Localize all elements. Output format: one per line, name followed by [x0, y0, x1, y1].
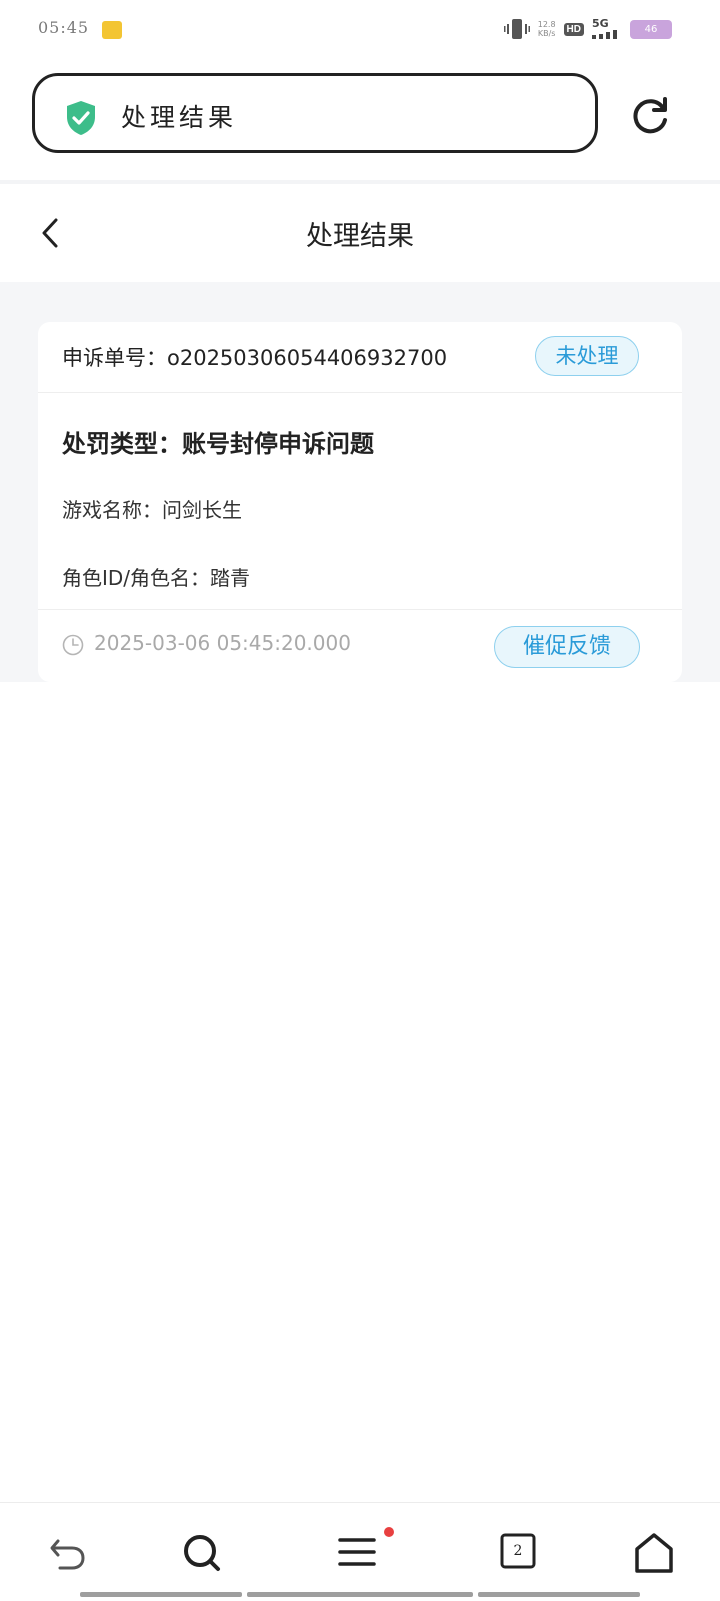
menu-icon[interactable] — [336, 1531, 380, 1575]
appeal-card: 申诉单号：o20250306054406932700 未处理 处罚类型：账号封停… — [38, 322, 682, 682]
penalty-type: 处罚类型：账号封停申诉问题 — [62, 430, 374, 458]
card-header: 申诉单号：o20250306054406932700 未处理 — [38, 322, 682, 393]
tabs-button[interactable]: 2 — [500, 1533, 536, 1569]
signal-indicator: 5G — [592, 17, 622, 39]
clock-icon — [62, 634, 84, 656]
urge-feedback-button[interactable]: 催促反馈 — [494, 626, 640, 668]
search-icon[interactable] — [180, 1531, 224, 1575]
net-speed: 12.8 KB/s — [537, 20, 556, 38]
status-bar: 05:45 12.8 KB/s HD 5G 46 — [0, 0, 720, 60]
gesture-bar-right — [478, 1592, 640, 1597]
status-badge: 未处理 — [535, 336, 639, 376]
page-header: 处理结果 — [0, 184, 720, 282]
bottom-nav: 2 — [0, 1502, 720, 1601]
back-nav-icon[interactable] — [46, 1531, 90, 1575]
address-text: 处理结果 — [121, 103, 238, 132]
game-name: 游戏名称：问剑长生 — [62, 498, 242, 522]
gesture-bar-center — [247, 1592, 473, 1597]
battery-indicator: 46 — [630, 19, 672, 39]
status-time: 05:45 — [38, 18, 90, 37]
signal-bars-icon — [592, 30, 617, 39]
role-info: 角色ID/角色名：踏青 — [62, 566, 251, 590]
status-icons: 12.8 KB/s HD 5G 46 — [503, 17, 672, 40]
notification-app-icon — [102, 21, 122, 39]
address-bar[interactable]: 处理结果 — [32, 73, 598, 153]
network-type: 5G — [592, 17, 609, 30]
home-icon[interactable] — [632, 1531, 676, 1575]
hd-badge: HD — [563, 22, 584, 36]
timestamp: 2025-03-06 05:45:20.000 — [94, 631, 351, 655]
vibrate-icon — [503, 19, 530, 39]
card-footer: 2025-03-06 05:45:20.000 催促反馈 — [38, 609, 682, 683]
notification-dot — [384, 1527, 394, 1537]
gesture-bar-left — [80, 1592, 242, 1597]
appeal-number: 申诉单号：o20250306054406932700 — [62, 346, 448, 370]
page-title: 处理结果 — [306, 221, 414, 252]
shield-check-icon — [67, 101, 95, 135]
refresh-icon[interactable] — [630, 96, 670, 136]
tab-count: 2 — [513, 1543, 523, 1559]
